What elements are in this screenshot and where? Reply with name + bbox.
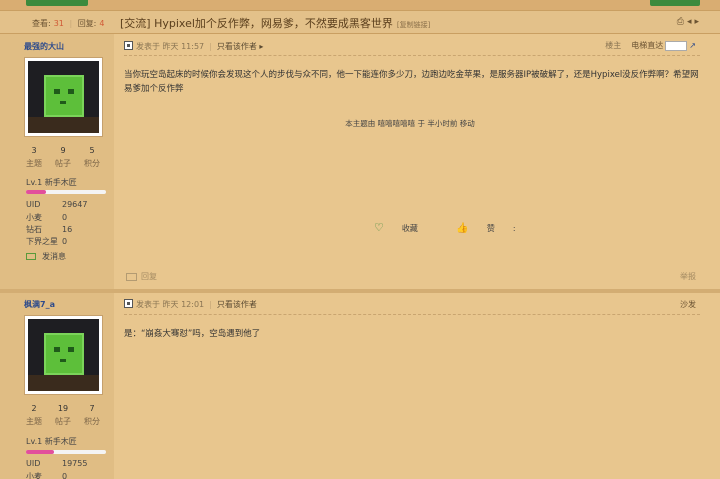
floor-label[interactable]: 沙发 — [680, 299, 696, 310]
author-name[interactable]: 枫满7_a — [24, 299, 55, 310]
mail-icon — [26, 253, 36, 260]
level-progress-bar — [26, 190, 106, 194]
user-info-uid: UID 29647 — [26, 200, 88, 209]
post-actions: ♡ 收藏 👍 赞: — [374, 221, 552, 234]
print-icon[interactable]: ⎙ — [677, 17, 687, 27]
replies-count: 4 — [99, 19, 105, 28]
top-strip — [0, 0, 720, 10]
post-time: 发表于 昨天 11:57 — [136, 42, 205, 51]
slime-avatar-image — [44, 75, 84, 117]
reply-top-button[interactable] — [650, 0, 700, 6]
post-2: 枫满7_a 2 主题 19 帖子 7 积分 Lv.1 新手木匠 UID 19755 小麦… — [0, 293, 720, 479]
heart-icon: ♡ — [374, 221, 384, 234]
author-icon — [124, 41, 133, 50]
post-content: 当你玩空岛起床的时候你会发现这个人的步伐与众不同，他一下能连你多少刀，边跑边吃金… — [124, 70, 699, 94]
favorite-button[interactable]: ♡ 收藏 — [374, 221, 436, 234]
jump-go-icon[interactable]: ↗ — [689, 41, 696, 50]
author-icon — [124, 299, 133, 308]
user-stats: 2 主题 19 帖子 7 积分 — [26, 404, 100, 426]
thread-stats: 查看: 31 | 回复: 4 — [32, 19, 105, 28]
jump-label: 电梯直达 — [631, 41, 664, 50]
views-count: 31 — [53, 19, 64, 28]
floor-label: 楼主 — [605, 41, 622, 50]
moved-note: 本主题由 嘻嘻嘻嘻嘻 于 半小时前 移动 — [345, 119, 475, 128]
user-info-uid: UID 19755 — [26, 459, 88, 468]
post-meta: 发表于 昨天 11:57 | 只看该作者 ▸ — [124, 41, 263, 52]
post-content: 是：“崩姦大骞怼”吗，空岛遇到他了 — [124, 329, 261, 339]
thread-title: [交流] Hypixel加个反作弊，网易爹，不然要成黑客世界 [复制链接] — [120, 15, 430, 31]
user-info-wheat: 小麦 0 — [26, 213, 68, 222]
user-info-diamond: 钻石 16 — [26, 225, 73, 234]
only-author-link[interactable]: 只看该作者 — [217, 42, 257, 51]
copy-link[interactable]: [复制链接] — [397, 21, 430, 29]
floor-nav: 楼主 电梯直达 ↗ — [605, 40, 696, 51]
user-level: Lv.1 新手木匠 — [26, 178, 77, 187]
views-label: 查看: — [32, 19, 51, 28]
user-info-nether-star: 下界之星 0 — [26, 237, 68, 246]
thread-header: 查看: 31 | 回复: 4 [交流] Hypixel加个反作弊，网易爹，不然要成黑… — [0, 10, 720, 34]
thread-title-text: [交流] Hypixel加个反作弊，网易爹，不然要成黑客世界 — [120, 17, 393, 30]
send-message-link[interactable]: 发消息 — [26, 251, 66, 262]
thumbs-up-icon: 👍 — [456, 223, 469, 234]
like-button[interactable]: 👍 赞: — [456, 223, 533, 234]
report-link[interactable]: 举报 — [680, 271, 696, 282]
post-meta: 发表于 昨天 12:01 | 只看该作者 — [124, 299, 257, 310]
next-arrow-icon[interactable]: ▸ — [694, 17, 702, 27]
avatar[interactable] — [24, 315, 103, 395]
user-stats: 3 主题 9 帖子 5 积分 — [26, 146, 100, 168]
new-post-button[interactable] — [26, 0, 88, 6]
slime-avatar-image — [44, 333, 84, 375]
only-author-link[interactable]: 只看该作者 — [217, 300, 257, 309]
replies-label: 回复: — [77, 19, 97, 28]
reply-icon — [126, 272, 137, 281]
level-progress-bar — [26, 450, 106, 454]
user-level: Lv.1 新手木匠 — [26, 437, 77, 446]
header-icons: ⎙◂▸ — [677, 17, 702, 27]
reply-button[interactable]: 回复 — [126, 271, 157, 282]
post-1: 最强的大山 3 主题 9 帖子 5 积分 Lv.1 新手木匠 UID 29647 小麦 0… — [0, 35, 720, 289]
author-name[interactable]: 最强的大山 — [24, 41, 64, 52]
user-info-wheat: 小麦 0 — [26, 472, 68, 479]
post-time: 发表于 昨天 12:01 — [136, 300, 205, 309]
jump-input[interactable] — [665, 40, 688, 51]
